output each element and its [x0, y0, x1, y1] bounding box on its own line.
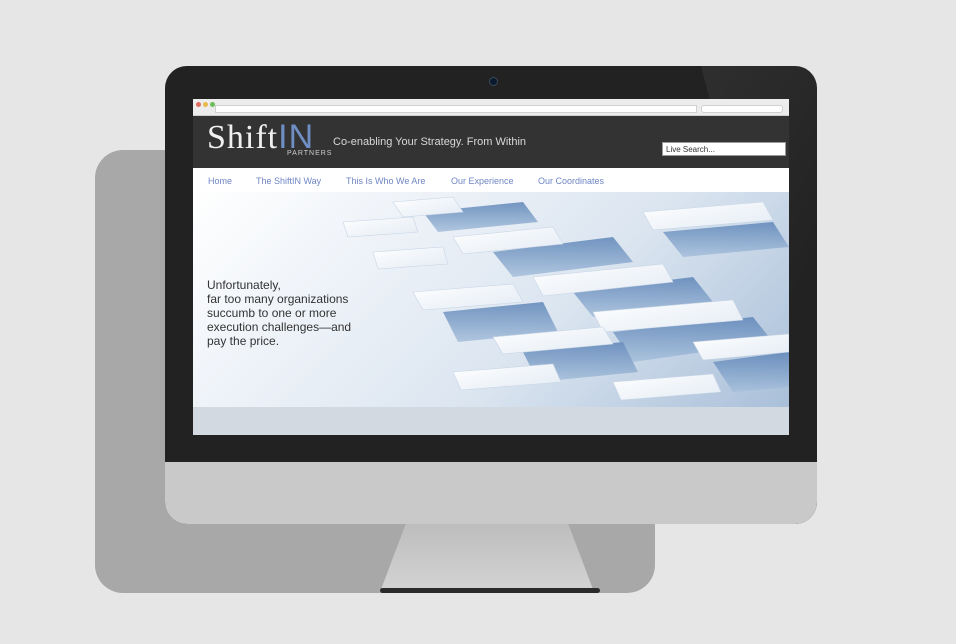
- site-header: ShiftIN PARTNERS Co-enabling Your Strate…: [193, 116, 789, 168]
- hero-line: Unfortunately,: [207, 278, 281, 292]
- nav-item-experience[interactable]: Our Experience: [451, 176, 514, 186]
- hero-line: far too many organizations: [207, 292, 349, 306]
- nav-item-coordinates[interactable]: Our Coordinates: [538, 176, 604, 186]
- nav-item-shiftin-way[interactable]: The ShiftIN Way: [256, 176, 321, 186]
- hero-line: pay the price.: [207, 334, 280, 348]
- monitor-stand-base: [380, 588, 600, 593]
- camera-icon: [489, 77, 498, 86]
- monitor-chin: [165, 462, 817, 524]
- logo-subtitle: PARTNERS: [287, 150, 333, 157]
- hero-line: execution challenges—and: [207, 320, 352, 334]
- close-window-icon[interactable]: [196, 102, 201, 107]
- monitor-stand: [380, 524, 594, 592]
- browser-search-bar[interactable]: [701, 105, 783, 113]
- hero-message: Unfortunately, far too many organization…: [207, 278, 367, 348]
- hero-line: succumb to one or more: [207, 306, 337, 320]
- content-band: [193, 407, 789, 435]
- address-bar[interactable]: [215, 105, 697, 113]
- live-search-input[interactable]: Live Search...: [662, 142, 786, 156]
- nav-item-who-we-are[interactable]: This Is Who We Are: [346, 176, 425, 186]
- hero-banner: Unfortunately, far too many organization…: [193, 192, 789, 407]
- nav-item-home[interactable]: Home: [208, 176, 232, 186]
- site-tagline: Co-enabling Your Strategy. From Within: [333, 136, 526, 148]
- minimize-window-icon[interactable]: [203, 102, 208, 107]
- browser-chrome: [193, 99, 789, 116]
- browser-window: ShiftIN PARTNERS Co-enabling Your Strate…: [193, 99, 789, 435]
- main-nav: Home The ShiftIN Way This Is Who We Are …: [193, 168, 789, 192]
- logo-main-text: Shift: [207, 119, 279, 156]
